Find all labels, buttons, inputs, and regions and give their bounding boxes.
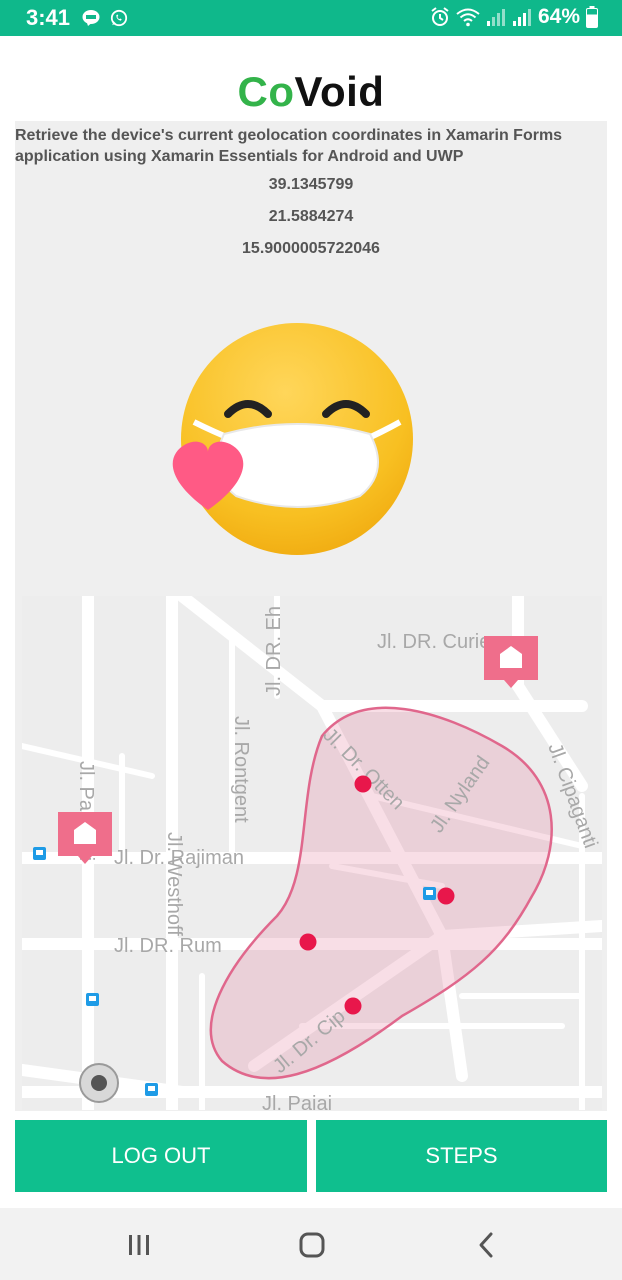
case-marker[interactable] — [354, 775, 372, 793]
map-canvas[interactable]: Jl. DR. Curie Jl. DR. Eh Jl. Westhoff Jl… — [22, 596, 602, 1110]
home-icon[interactable] — [292, 1228, 332, 1262]
street-label-rontgent: Jl. Rontgent — [230, 716, 252, 823]
battery-icon — [586, 6, 598, 28]
bus-stop-icon — [86, 993, 99, 1006]
latitude-value: 39.1345799 — [268, 176, 354, 193]
case-marker[interactable] — [344, 997, 362, 1015]
status-bar: 3:41 64% — [0, 0, 622, 36]
case-marker[interactable] — [299, 933, 317, 951]
app-logo: CoVoid — [0, 68, 622, 116]
bus-stop-icon — [423, 887, 436, 900]
steps-button[interactable]: STEPS — [316, 1120, 607, 1192]
map-view[interactable]: Jl. DR. Curie Jl. DR. Eh Jl. Westhoff Jl… — [22, 596, 602, 1110]
back-icon[interactable] — [466, 1228, 506, 1262]
street-label-rum: Jl. DR. Rum — [114, 935, 222, 957]
street-label-rajiman: Jl. Dr. Rajiman — [114, 847, 244, 869]
longitude-value: 21.5884274 — [268, 208, 354, 225]
geolocation-description: Retrieve the device's current geolocatio… — [15, 127, 563, 165]
logout-button[interactable]: LOG OUT — [15, 1120, 307, 1192]
street-label-curie: Jl. DR. Curie — [377, 631, 490, 653]
line-app-icon — [82, 10, 100, 26]
bus-stop-icon — [33, 847, 46, 860]
altitude-value: 15.9000005722046 — [242, 240, 380, 257]
battery-percent: 64% — [537, 5, 580, 28]
alarm-icon — [431, 7, 449, 26]
bus-stop-icon — [145, 1083, 158, 1096]
signal-icon — [486, 9, 505, 26]
my-location-icon[interactable] — [79, 1063, 119, 1103]
wifi-icon — [456, 8, 480, 27]
system-nav-bar — [0, 1208, 622, 1280]
logo-void: Void — [294, 68, 385, 115]
whatsapp-icon — [110, 9, 128, 27]
recents-icon[interactable] — [119, 1228, 159, 1262]
status-time: 3:41 — [26, 5, 71, 30]
masked-face-emoji-image — [172, 323, 413, 555]
street-label-eh: Jl. DR. Eh — [263, 606, 285, 696]
logo-co: Co — [237, 68, 295, 115]
signal-icon — [512, 9, 531, 26]
case-marker[interactable] — [437, 887, 455, 905]
street-label-bottom: Jl. Pajaj — [262, 1093, 332, 1110]
